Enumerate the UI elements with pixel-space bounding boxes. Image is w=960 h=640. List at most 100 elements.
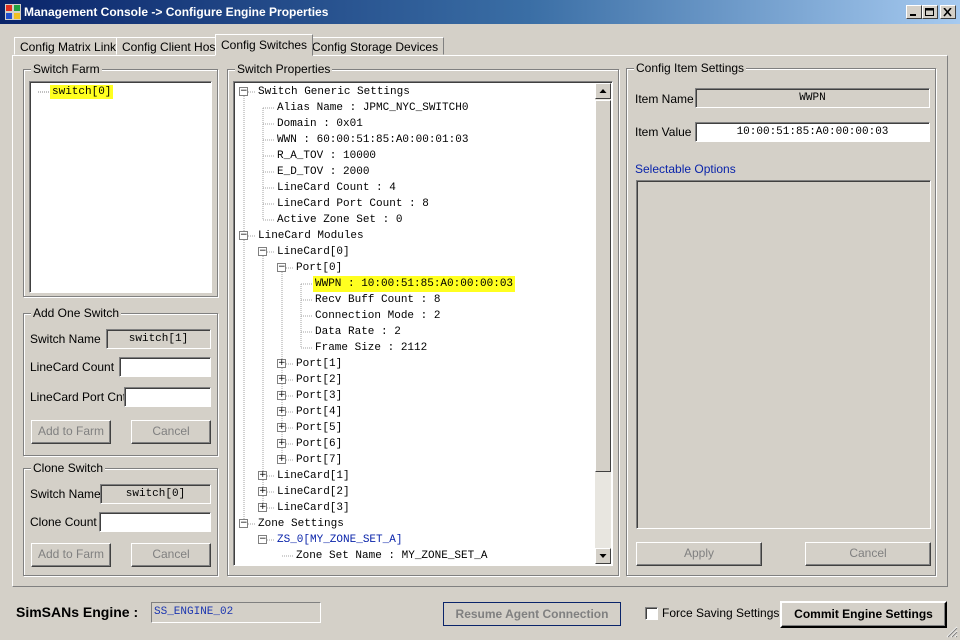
item-value-text: 10:00:51:85:A0:00:00:03 (736, 126, 889, 138)
expand-icon[interactable]: + (258, 487, 267, 496)
resize-grip-icon[interactable] (946, 626, 958, 638)
close-button[interactable] (940, 5, 956, 19)
tab-config-switches[interactable]: Config Switches (215, 34, 314, 56)
switch-farm-item[interactable]: switch[0] (50, 85, 114, 99)
expand-icon[interactable]: + (277, 439, 286, 448)
item-value-label: Item Value (635, 125, 692, 139)
expand-icon[interactable]: + (258, 503, 267, 512)
arrow-up-icon (599, 89, 607, 93)
title-bar[interactable]: Management Console -> Configure Engine P… (0, 0, 960, 24)
add-switch-cancel-button[interactable]: Cancel (131, 420, 211, 444)
config-item-cancel-button[interactable]: Cancel (805, 542, 931, 566)
tree-node[interactable]: − LineCard Modules (234, 228, 596, 244)
item-name-field: WWPN (695, 88, 930, 108)
tree-node[interactable]: + Port[5] (234, 420, 596, 436)
switch-properties-tree[interactable]: − Switch Generic Settings Alias Name : JPM… (233, 81, 613, 566)
scrollbar-thumb[interactable] (595, 100, 611, 472)
arrow-down-icon (599, 554, 607, 558)
tree-node[interactable]: Zone Set Name : MY_ZONE_SET_A (234, 548, 596, 564)
scroll-down-button[interactable] (595, 548, 611, 564)
add-switch-add-to-farm-button[interactable]: Add to Farm (31, 420, 111, 444)
linecard-count-input[interactable] (119, 357, 211, 377)
tree-node[interactable]: + LineCard[2] (234, 484, 596, 500)
tree-node[interactable]: Active Zone Set : 0 (234, 212, 596, 228)
tree-node[interactable]: − Zone Settings (234, 516, 596, 532)
selectable-options-label: Selectable Options (635, 162, 736, 176)
tree-node-label: ZS_0[MY_ZONE_SET_A] (277, 534, 403, 546)
tab-config-matrix-links[interactable]: Config Matrix Links (14, 37, 129, 55)
tree-node[interactable]: LineCard Port Count : 8 (234, 196, 596, 212)
linecard-port-count-input[interactable] (124, 387, 211, 407)
tree-node[interactable]: + LineCard[1] (234, 468, 596, 484)
tree-node[interactable]: − LineCard[0] (234, 244, 596, 260)
tree-node[interactable]: Domain : 0x01 (234, 116, 596, 132)
tree-node-label: E_D_TOV : 2000 (277, 166, 370, 178)
maximize-button[interactable] (922, 5, 938, 19)
collapse-icon[interactable]: − (277, 263, 286, 272)
clone-switch-name-value: switch[0] (125, 488, 186, 500)
item-value-input[interactable]: 10:00:51:85:A0:00:00:03 (695, 122, 930, 142)
expand-icon[interactable]: + (277, 423, 286, 432)
tree-node[interactable]: LineCard Count : 4 (234, 180, 596, 196)
tree-node[interactable]: − Switch Generic Settings (234, 84, 596, 100)
collapse-icon[interactable]: − (239, 231, 248, 240)
tree-node-label: Port[7] (296, 454, 343, 466)
tree-node[interactable]: − Port[0] (234, 260, 596, 276)
tree-node[interactable]: + Port[2] (234, 372, 596, 388)
tree-node[interactable]: R_A_TOV : 10000 (234, 148, 596, 164)
tree-node-label: Zone Settings (258, 518, 344, 530)
tree-node[interactable]: Recv Buff Count : 8 (234, 292, 596, 308)
scroll-up-button[interactable] (595, 83, 611, 99)
tree-node[interactable]: Frame Size : 2112 (234, 340, 596, 356)
tree-node[interactable]: Data Rate : 2 (234, 324, 596, 340)
tree-node-label: LineCard Port Count : 8 (277, 198, 429, 210)
tree-node[interactable]: + Port[6] (234, 436, 596, 452)
expand-icon[interactable]: + (277, 407, 286, 416)
tree-vertical-scrollbar[interactable] (595, 83, 611, 564)
resume-agent-connection-button[interactable]: Resume Agent Connection (443, 602, 621, 626)
expand-icon[interactable]: + (258, 471, 267, 480)
force-saving-checkbox[interactable] (645, 607, 658, 620)
collapse-icon[interactable]: − (239, 87, 248, 96)
close-icon (943, 8, 952, 17)
tree-node[interactable]: E_D_TOV : 2000 (234, 164, 596, 180)
apply-button[interactable]: Apply (636, 542, 762, 566)
tab-config-storage-devices[interactable]: Config Storage Devices (306, 37, 445, 55)
config-item-legend: Config Item Settings (634, 61, 747, 75)
tree-node[interactable]: Connection Mode : 2 (234, 308, 596, 324)
collapse-icon[interactable]: − (258, 535, 267, 544)
clone-switch-cancel-button[interactable]: Cancel (131, 543, 211, 567)
clone-count-input[interactable] (99, 512, 211, 532)
clone-switch-add-to-farm-button[interactable]: Add to Farm (31, 543, 111, 567)
commit-engine-settings-button[interactable]: Commit Engine Settings (780, 601, 947, 628)
tree-node-label: Port[5] (296, 422, 343, 434)
tree-node-label: Switch Generic Settings (258, 86, 410, 98)
tree-node-label: Zone Set Name : MY_ZONE_SET_A (296, 550, 488, 562)
selectable-options-list[interactable] (636, 180, 931, 529)
clone-switch-legend: Clone Switch (31, 461, 106, 475)
tree-node-label: LineCard[3] (277, 502, 350, 514)
clone-switch-name-label: Switch Name (30, 487, 101, 501)
tree-node[interactable]: + Port[4] (234, 404, 596, 420)
collapse-icon[interactable]: − (258, 247, 267, 256)
tab-config-client-hosts[interactable]: Config Client Hosts (116, 37, 231, 55)
expand-icon[interactable]: + (277, 375, 286, 384)
tree-node[interactable]: WWN : 60:00:51:85:A0:00:01:03 (234, 132, 596, 148)
tree-node[interactable]: + Port[7] (234, 452, 596, 468)
collapse-icon[interactable]: − (239, 519, 248, 528)
minimize-button[interactable] (906, 5, 922, 19)
switch-farm-list[interactable]: switch[0] (29, 81, 212, 293)
tree-node[interactable]: − ZS_0[MY_ZONE_SET_A] (234, 532, 596, 548)
tree-node[interactable]: + LineCard[3] (234, 500, 596, 516)
expand-icon[interactable]: + (277, 455, 286, 464)
tree-node[interactable]: Alias Name : JPMC_NYC_SWITCH0 (234, 100, 596, 116)
tree-node-label: Connection Mode : 2 (315, 310, 441, 322)
tree-node-label: WWN : 60:00:51:85:A0:00:01:03 (277, 134, 469, 146)
tree-node[interactable]: + Port[3] (234, 388, 596, 404)
tree-node[interactable]: + Port[1] (234, 356, 596, 372)
expand-icon[interactable]: + (277, 359, 286, 368)
tree-node[interactable]: WWPN : 10:00:51:85:A0:00:00:03 (234, 276, 596, 292)
expand-icon[interactable]: + (277, 391, 286, 400)
app-icon (5, 4, 21, 20)
tree-node-label: Data Rate : 2 (315, 326, 401, 338)
